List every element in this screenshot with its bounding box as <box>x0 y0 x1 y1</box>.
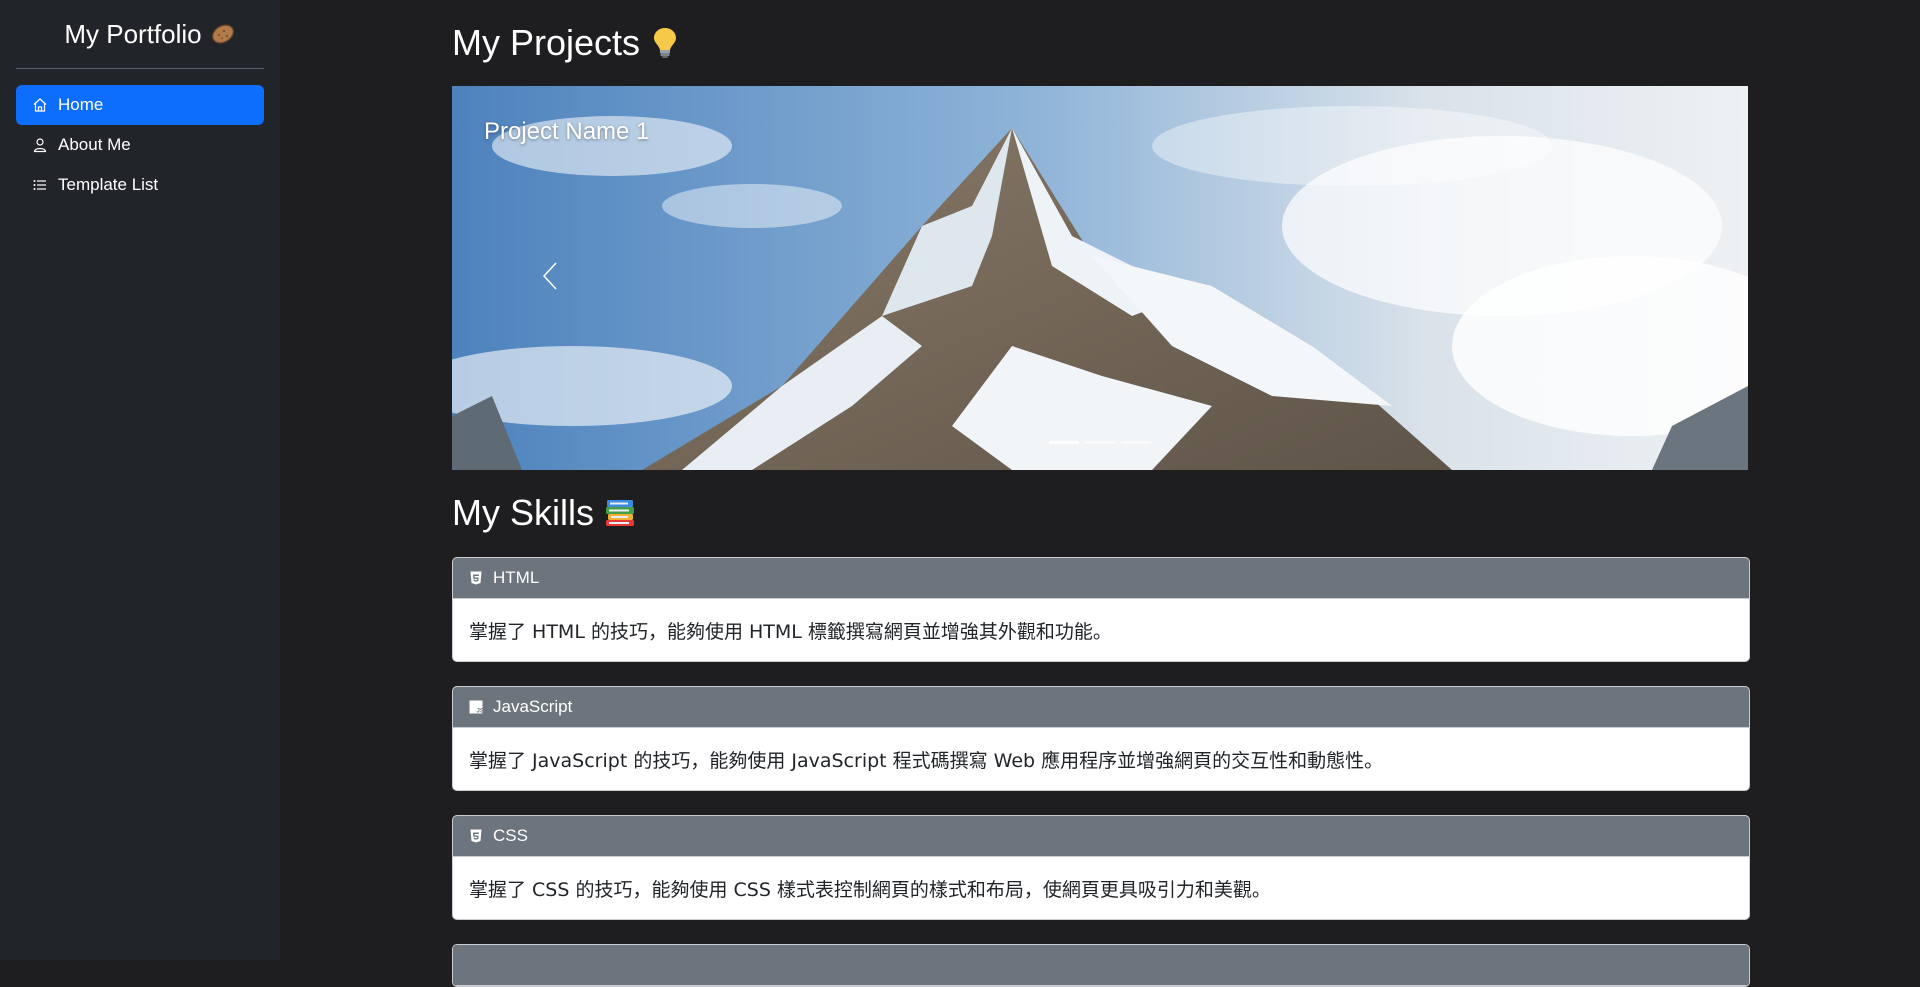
skill-card-header <box>453 945 1749 986</box>
person-icon <box>33 138 47 153</box>
skill-card-header: HTML <box>453 558 1749 599</box>
skill-card-header: CSS <box>453 816 1749 857</box>
skill-name: HTML <box>493 568 540 587</box>
carousel-prev-button[interactable] <box>530 256 570 296</box>
sidebar-item-label: Home <box>58 95 104 114</box>
carousel-next-button[interactable] <box>1630 256 1670 296</box>
potato-icon <box>210 21 236 47</box>
chevron-left-icon <box>542 262 557 290</box>
javascript-icon: JS <box>469 700 483 714</box>
sidebar-divider <box>16 68 264 69</box>
brand-title: My Portfolio <box>64 18 202 49</box>
skill-card-javascript: JS JavaScript 掌握了 JavaScript 的技巧，能夠使用 Ja… <box>452 686 1750 791</box>
svg-text:JS: JS <box>477 708 484 714</box>
skill-card-html: HTML 掌握了 HTML 的技巧，能夠使用 HTML 標籤撰寫網頁並增強其外觀… <box>452 557 1750 662</box>
skill-card-header: JS JavaScript <box>453 687 1749 728</box>
skill-card-css: CSS 掌握了 CSS 的技巧，能夠使用 CSS 樣式表控制網頁的樣式和布局，使… <box>452 815 1750 920</box>
carousel-caption: Project Name 1 <box>484 118 650 145</box>
skill-card-partial <box>452 944 1750 987</box>
carousel-indicator[interactable] <box>1121 441 1151 444</box>
skill-description: 掌握了 CSS 的技巧，能夠使用 CSS 樣式表控制網頁的樣式和布局，使網頁更具… <box>469 878 1271 901</box>
sidebar-item-label: Template List <box>58 175 159 194</box>
house-icon <box>33 98 47 112</box>
html5-icon <box>470 571 482 585</box>
sidebar-nav: Home About Me Template List <box>0 85 280 205</box>
carousel-indicators <box>452 441 1748 444</box>
skills-title: My Skills <box>452 492 594 533</box>
projects-carousel[interactable]: Project Name 1 <box>452 86 1748 470</box>
sidebar-item-template-list[interactable]: Template List <box>16 165 264 205</box>
css3-icon <box>470 829 482 843</box>
lightbulb-icon <box>650 26 680 60</box>
sidebar-item-home[interactable]: Home <box>16 85 264 125</box>
sidebar-item-label: About Me <box>58 135 131 154</box>
carousel-indicator[interactable] <box>1085 441 1115 444</box>
books-icon <box>604 498 636 528</box>
brand[interactable]: My Portfolio <box>0 0 280 68</box>
skill-name: JavaScript <box>493 697 573 716</box>
skills-heading: My Skills <box>452 488 636 538</box>
carousel-indicator[interactable] <box>1049 441 1079 444</box>
skill-description: 掌握了 JavaScript 的技巧，能夠使用 JavaScript 程式碼撰寫… <box>469 749 1384 772</box>
skill-description: 掌握了 HTML 的技巧，能夠使用 HTML 標籤撰寫網頁並增強其外觀和功能。 <box>469 620 1112 643</box>
sidebar: My Portfolio Home About Me Template List <box>0 0 280 960</box>
sidebar-item-about-me[interactable]: About Me <box>16 125 264 165</box>
projects-heading: My Projects <box>452 18 680 68</box>
chevron-right-icon <box>1643 262 1658 290</box>
list-icon <box>33 180 46 190</box>
projects-title: My Projects <box>452 22 641 63</box>
skill-name: CSS <box>493 826 528 845</box>
